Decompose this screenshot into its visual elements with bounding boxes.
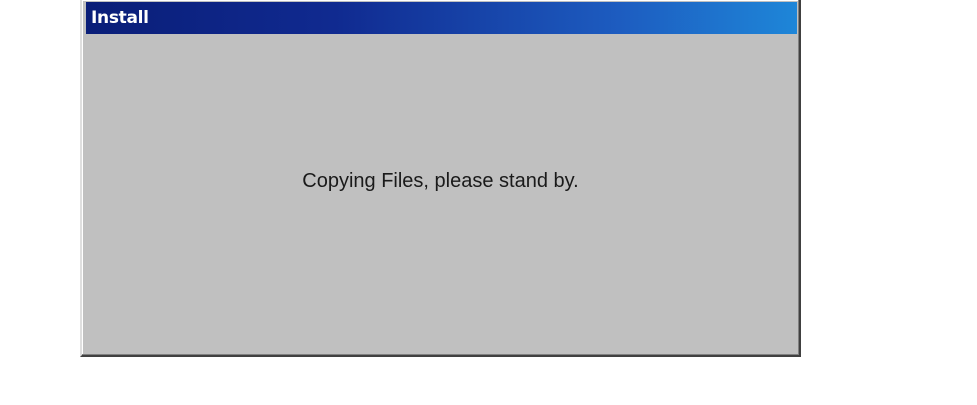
install-dialog: Install Copying Files, please stand by.	[80, 0, 801, 357]
status-message: Copying Files, please stand by.	[302, 170, 579, 192]
title-bar[interactable]: Install	[86, 2, 797, 34]
window-title: Install	[91, 8, 149, 28]
dialog-body: Copying Files, please stand by.	[84, 36, 797, 353]
